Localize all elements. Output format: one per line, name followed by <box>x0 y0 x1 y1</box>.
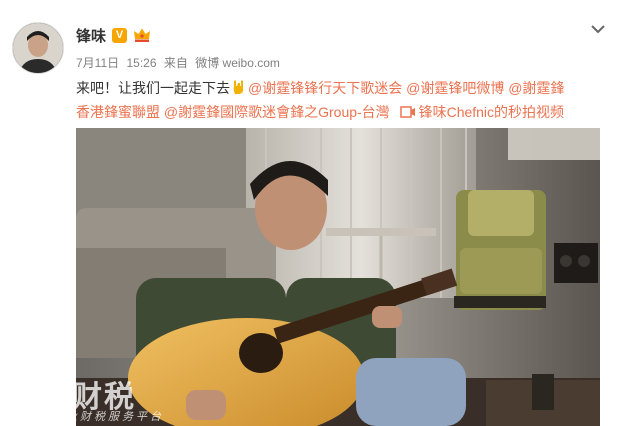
crown-icon <box>134 28 151 42</box>
author-name[interactable]: 锋味 <box>76 25 106 46</box>
post-meta: 7月11日 15:26 来自 微博 weibo.com <box>76 54 284 71</box>
mention-link[interactable]: @谢霆锋吧微博 <box>406 80 504 96</box>
post-video-thumbnail[interactable] <box>76 128 600 426</box>
mention-link[interactable]: 香港鋒蜜聯盟 <box>76 104 160 120</box>
video-link-icon <box>399 106 415 118</box>
watermark-subtitle: 一站式企业财税服务平台 <box>10 410 164 423</box>
post-text-line-2: 香港鋒蜜聯盟 @謝霆鋒國際歌迷會鋒之Group-台灣 锋味Chefnic的秒拍视… <box>76 100 616 124</box>
video-frame-image <box>76 128 600 426</box>
verified-v-icon: V <box>112 27 128 43</box>
post-date[interactable]: 7月11日 <box>76 56 119 70</box>
post-text-plain: 来吧！让我们一起走下去 <box>76 80 230 96</box>
post-time[interactable]: 15:26 <box>126 56 156 70</box>
mention-link[interactable]: @謝霆鋒國際歌迷會鋒之Group-台灣 <box>164 104 390 120</box>
mention-link[interactable]: @谢霆锋锋行天下歌迷会 <box>248 80 402 96</box>
weibo-post-card: 锋味 V 7月11日 15:26 来自 微博 weibo.com 来吧！让我们一… <box>0 0 623 426</box>
source-prefix: 来自 <box>163 56 188 70</box>
rock-hand-emoji-icon <box>233 80 244 94</box>
video-link[interactable]: 锋味Chefnic的秒拍视频 <box>419 104 564 120</box>
mention-link[interactable]: @謝霆鋒 <box>508 80 564 96</box>
chevron-down-icon[interactable] <box>587 18 609 40</box>
author-avatar[interactable] <box>12 22 64 74</box>
post-text: 来吧！让我们一起走下去 @谢霆锋锋行天下歌迷会 @谢霆锋吧微博 @謝霆鋒 香港鋒… <box>76 76 616 124</box>
post-text-line-1: 来吧！让我们一起走下去 @谢霆锋锋行天下歌迷会 @谢霆锋吧微博 @謝霆鋒 <box>76 76 616 100</box>
author-row: 锋味 V <box>76 24 151 46</box>
post-source[interactable]: 微博 weibo.com <box>195 56 280 70</box>
